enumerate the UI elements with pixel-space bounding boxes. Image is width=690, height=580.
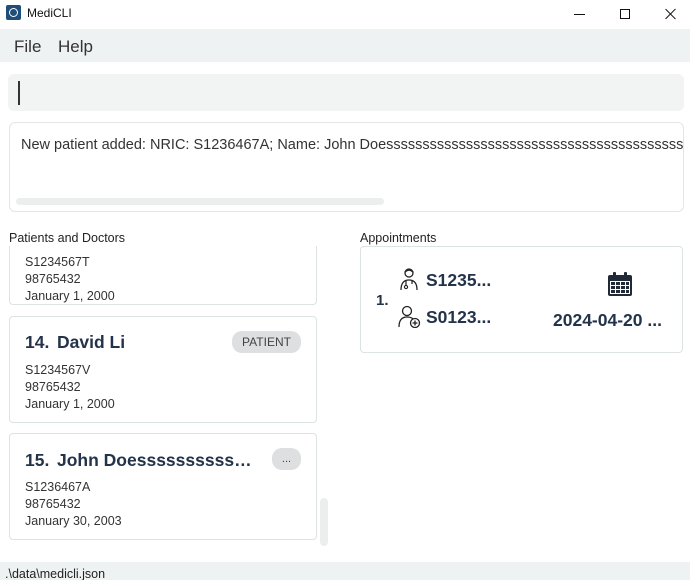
person-nric: S1236467A <box>25 480 91 494</box>
person-dob: January 30, 2003 <box>25 514 122 528</box>
person-list-scrollbar[interactable] <box>320 498 328 546</box>
person-list[interactable]: S1234567T 98765432 January 1, 2000 14. D… <box>0 246 340 550</box>
minimize-icon <box>573 13 585 15</box>
person-card[interactable]: 14. David Li PATIENT S1234567V 98765432 … <box>9 316 317 423</box>
menu-file[interactable]: File <box>14 37 41 57</box>
maximize-icon <box>620 9 630 19</box>
close-icon <box>665 8 677 20</box>
result-message: New patient added: NRIC: S1236467A; Name… <box>21 137 684 153</box>
maximize-button[interactable] <box>602 0 648 28</box>
person-nric: S1234567T <box>25 255 90 269</box>
role-badge: PATIENT <box>232 331 301 353</box>
appointment-card[interactable]: 1. S1235... S0123... 2024-04-20 ... <box>360 246 683 353</box>
status-bar: .\data\medicli.json <box>0 562 690 580</box>
person-card[interactable]: 15. John Doessssssssssssss... ... S12364… <box>9 433 317 540</box>
person-card[interactable]: S1234567T 98765432 January 1, 2000 <box>9 246 317 305</box>
text-caret <box>18 81 20 105</box>
appointment-date: 2024-04-20 ... <box>553 310 662 330</box>
person-phone: 98765432 <box>25 497 81 511</box>
role-badge: ... <box>272 448 301 470</box>
result-display[interactable]: New patient added: NRIC: S1236467A; Name… <box>9 122 684 212</box>
minimize-button[interactable] <box>556 0 602 28</box>
save-file-path: .\data\medicli.json <box>5 567 106 580</box>
person-dob: January 1, 2000 <box>25 289 115 303</box>
medicli-logo-icon <box>6 5 21 20</box>
person-name: John Doessssssssssssss... <box>57 450 260 470</box>
appointment-index: 1. <box>376 292 389 309</box>
person-dob: January 1, 2000 <box>25 397 115 411</box>
close-button[interactable] <box>648 0 690 28</box>
title-bar: MediCLI <box>0 0 690 28</box>
person-phone: 98765432 <box>25 380 81 394</box>
menu-bar: File Help <box>0 29 690 62</box>
persons-section-label: Patients and Doctors <box>9 231 126 245</box>
result-horizontal-scrollbar[interactable] <box>16 198 384 205</box>
doctor-icon <box>400 268 418 291</box>
menu-help[interactable]: Help <box>58 37 93 57</box>
person-name: David Li <box>57 332 126 352</box>
calendar-icon <box>608 272 632 296</box>
patient-icon <box>398 305 421 328</box>
command-input[interactable] <box>8 74 684 111</box>
person-phone: 98765432 <box>25 272 81 286</box>
window-title: MediCLI <box>27 6 72 20</box>
appointments-section-label: Appointments <box>360 231 437 245</box>
appointment-patient-nric: S0123... <box>426 307 492 327</box>
person-nric: S1234567V <box>25 363 91 377</box>
appointment-doctor-nric: S1235... <box>426 270 492 290</box>
